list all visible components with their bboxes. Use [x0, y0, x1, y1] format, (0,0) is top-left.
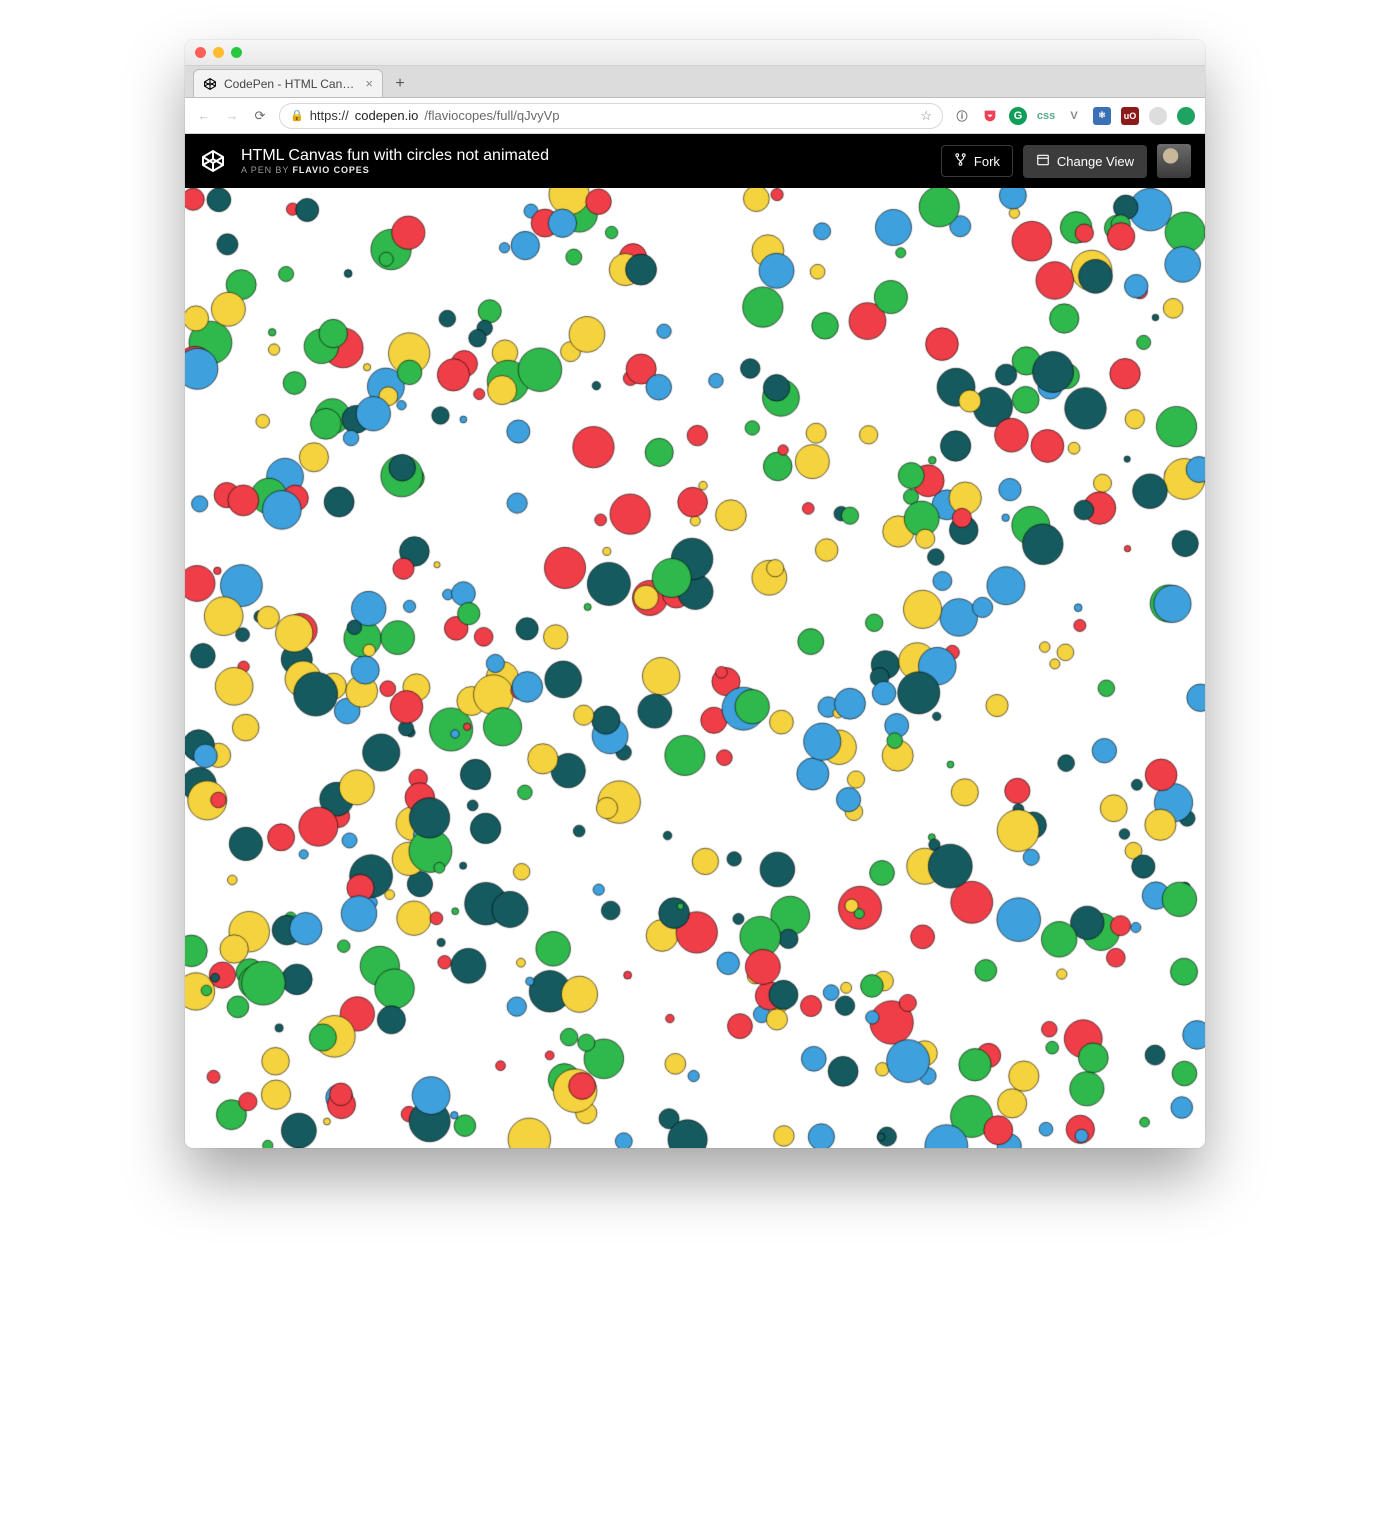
- profile-avatar-icon[interactable]: [1149, 107, 1167, 125]
- window-controls: [195, 47, 242, 58]
- codepen-header: HTML Canvas fun with circles not animate…: [185, 134, 1205, 188]
- extension-icons: ⓘ G css V ⚛ uO: [953, 107, 1195, 125]
- css-extension-icon[interactable]: css: [1037, 107, 1055, 125]
- url-scheme: https://: [310, 108, 349, 123]
- pen-title: HTML Canvas fun with circles not animate…: [241, 146, 549, 165]
- info-icon[interactable]: ⓘ: [953, 107, 971, 125]
- layout-icon: [1036, 153, 1050, 170]
- nav-back-button[interactable]: ←: [195, 108, 213, 123]
- user-avatar[interactable]: [1157, 144, 1191, 178]
- byline-prefix: A PEN BY: [241, 165, 289, 175]
- pen-output: [185, 188, 1205, 1148]
- browser-toolbar: ← → ⟳ 🔒 https:// codepen.io/flaviocopes/f…: [185, 98, 1205, 134]
- status-dot-icon: [1177, 107, 1195, 125]
- react-devtools-extension-icon[interactable]: ⚛: [1093, 107, 1111, 125]
- browser-tab-active[interactable]: CodePen - HTML Canvas fun w… ×: [193, 69, 383, 97]
- bookmark-star-icon[interactable]: ☆: [920, 108, 932, 124]
- pen-title-block: HTML Canvas fun with circles not animate…: [241, 146, 549, 176]
- grammarly-extension-icon[interactable]: G: [1009, 107, 1027, 125]
- lock-icon: 🔒: [290, 109, 304, 122]
- browser-tabstrip: CodePen - HTML Canvas fun w… × +: [185, 66, 1205, 98]
- fork-button[interactable]: Fork: [941, 145, 1013, 177]
- fork-icon: [954, 153, 967, 169]
- pocket-extension-icon[interactable]: [981, 107, 999, 125]
- codepen-logo-icon[interactable]: [199, 147, 227, 175]
- pen-byline: A PEN BY Flavio Copes: [241, 165, 549, 176]
- minimize-window-button[interactable]: [213, 47, 224, 58]
- url-host: codepen.io: [355, 108, 419, 123]
- url-path: /flaviocopes/full/qJvyVp: [424, 108, 559, 123]
- ublock-extension-icon[interactable]: uO: [1121, 107, 1139, 125]
- change-view-button[interactable]: Change View: [1023, 145, 1147, 178]
- circles-canvas: [185, 188, 1205, 1148]
- new-tab-button[interactable]: +: [387, 71, 413, 97]
- close-window-button[interactable]: [195, 47, 206, 58]
- v-extension-icon[interactable]: V: [1065, 107, 1083, 125]
- browser-window: CodePen - HTML Canvas fun w… × + ← → ⟳ 🔒…: [185, 40, 1205, 1148]
- macos-titlebar: [185, 40, 1205, 66]
- codepen-actions: Fork Change View: [941, 144, 1191, 178]
- pen-author[interactable]: Flavio Copes: [292, 165, 369, 175]
- change-view-label: Change View: [1057, 154, 1134, 169]
- nav-reload-button[interactable]: ⟳: [251, 108, 269, 124]
- address-bar[interactable]: 🔒 https:// codepen.io/flaviocopes/full/qJ…: [279, 103, 943, 129]
- codepen-favicon-icon: [203, 77, 217, 91]
- nav-forward-button[interactable]: →: [223, 108, 241, 123]
- tab-close-icon[interactable]: ×: [365, 77, 373, 90]
- zoom-window-button[interactable]: [231, 47, 242, 58]
- fork-label: Fork: [974, 154, 1000, 169]
- tab-title: CodePen - HTML Canvas fun w…: [224, 77, 358, 91]
